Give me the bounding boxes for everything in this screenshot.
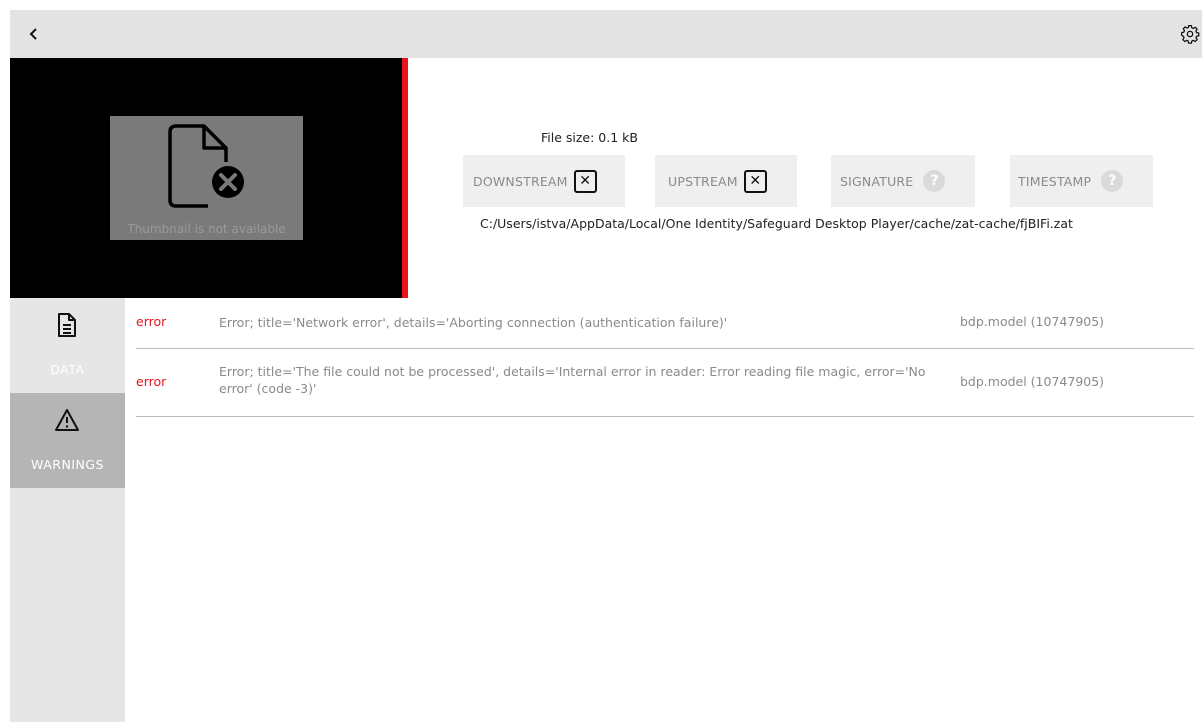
log-level: error [136,314,167,329]
file-size-label: File size: 0.1 kB [541,130,638,145]
chevron-left-icon [29,28,37,40]
timestamp-label: TIMESTAMP [1018,173,1092,189]
back-button[interactable] [22,22,46,46]
signature-badge[interactable]: SIGNATURE ? [831,155,975,207]
downstream-badge[interactable]: DOWNSTREAM ✕ [463,155,625,207]
log-source: bdp.model (10747905) [960,374,1105,389]
settings-button[interactable] [1178,22,1202,46]
gear-icon [1181,25,1200,44]
sidebar-item-data[interactable]: DATA [10,298,125,393]
table-row[interactable]: error Error; title='The file could not b… [136,349,1194,417]
close-icon: ✕ [743,169,767,193]
warning-icon [55,409,79,431]
title-bar [10,10,1202,58]
help-icon: ? [1101,170,1124,192]
downstream-label: DOWNSTREAM [473,173,568,189]
help-icon: ? [923,170,946,192]
thumbnail-accent-bar [402,58,408,298]
table-row[interactable]: error Error; title='Network error', deta… [136,298,1194,349]
sidebar: DATA WARNINGS [10,298,125,722]
sidebar-item-warnings[interactable]: WARNINGS [10,393,125,488]
log-message: Error; title='Network error', details='A… [219,315,728,330]
signature-label: SIGNATURE [840,173,914,189]
thumbnail-panel: Thumbnail is not available [10,58,402,298]
log-source: bdp.model (10747905) [960,314,1105,329]
timestamp-badge[interactable]: TIMESTAMP ? [1010,155,1153,207]
document-icon [58,313,76,337]
thumbnail-caption: Thumbnail is not available [127,222,286,236]
file-path: C:/Users/istva/AppData/Local/One Identit… [480,216,1073,231]
sidebar-item-label: WARNINGS [31,457,104,472]
log-message: Error; title='The file could not be proc… [219,364,926,396]
upstream-label: UPSTREAM [668,173,738,189]
upstream-badge[interactable]: UPSTREAM ✕ [655,155,797,207]
app-window: Thumbnail is not available File size: 0.… [10,10,1202,722]
thumbnail-placeholder: Thumbnail is not available [110,116,303,240]
close-icon: ✕ [573,169,597,193]
sidebar-item-label: DATA [50,362,85,377]
file-error-icon [168,124,244,208]
log-level: error [136,374,167,389]
